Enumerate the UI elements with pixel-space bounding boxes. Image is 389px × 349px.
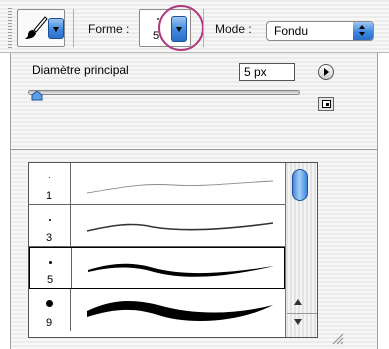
- separator: [203, 9, 204, 47]
- brush-dot-icon: [49, 261, 52, 264]
- brush-stroke-preview: [86, 180, 274, 194]
- brush-thumbnail: 9: [29, 289, 71, 331]
- brush-item[interactable]: 9: [29, 289, 285, 331]
- resize-grip-icon[interactable]: [330, 331, 344, 345]
- mode-value: Fondu: [274, 24, 309, 38]
- diameter-slider-track[interactable]: [28, 90, 300, 95]
- toolbar-grip[interactable]: [8, 8, 12, 48]
- mode-select[interactable]: Fondu: [266, 21, 374, 41]
- brush-item[interactable]: 1: [29, 163, 285, 205]
- brush-size-label: 9: [46, 317, 53, 329]
- brush-dot-icon: [49, 177, 50, 178]
- options-toolbar: Forme : 5 Mode : Fondu: [0, 0, 389, 53]
- separator: [73, 9, 74, 47]
- tool-preset-picker[interactable]: [17, 9, 65, 47]
- brush-picker-panel: Diamètre principal 5 px 1 3 5 9: [10, 53, 378, 349]
- new-preset-icon: [322, 100, 331, 108]
- play-circle-icon: [324, 68, 329, 76]
- brush-list: 1 3 5 9: [28, 162, 318, 338]
- brush-thumbnail: 1: [29, 163, 71, 204]
- brush-stroke-preview: [86, 222, 274, 232]
- brush-dot-icon: [46, 300, 53, 307]
- mode-label: Mode :: [215, 22, 252, 36]
- diameter-label: Diamètre principal: [32, 63, 129, 77]
- brush-item[interactable]: 3: [29, 205, 285, 247]
- scroll-down-icon[interactable]: [294, 319, 302, 325]
- brush-icon: [25, 16, 48, 39]
- diameter-input[interactable]: 5 px: [239, 63, 295, 81]
- scrollbar-thumb[interactable]: [292, 169, 308, 201]
- brush-dot-icon: [49, 219, 51, 221]
- brush-item-selected[interactable]: 5: [29, 247, 285, 289]
- diameter-slider-thumb[interactable]: [31, 91, 43, 101]
- brush-list-scrollbar[interactable]: [285, 163, 317, 337]
- new-preset-button[interactable]: [318, 97, 334, 111]
- divider: [287, 313, 317, 314]
- scroll-up-icon[interactable]: [294, 299, 302, 305]
- brush-size-label: 1: [46, 190, 53, 202]
- brush-thumbnail: 3: [29, 205, 71, 246]
- tool-preset-dropdown-button[interactable]: [48, 18, 64, 39]
- brush-thumbnail: 5: [30, 248, 72, 288]
- brush-stroke-preview: [88, 263, 274, 277]
- divider: [11, 149, 377, 150]
- panel-menu-button[interactable]: [318, 64, 334, 80]
- brush-stroke-preview: [87, 301, 273, 321]
- highlight-circle: [158, 5, 204, 51]
- shape-label: Forme :: [88, 22, 130, 36]
- brush-size-label: 5: [47, 274, 54, 286]
- chevron-down-icon: [53, 26, 59, 32]
- brush-size-label: 3: [46, 232, 53, 244]
- select-arrows-icon: [353, 22, 373, 40]
